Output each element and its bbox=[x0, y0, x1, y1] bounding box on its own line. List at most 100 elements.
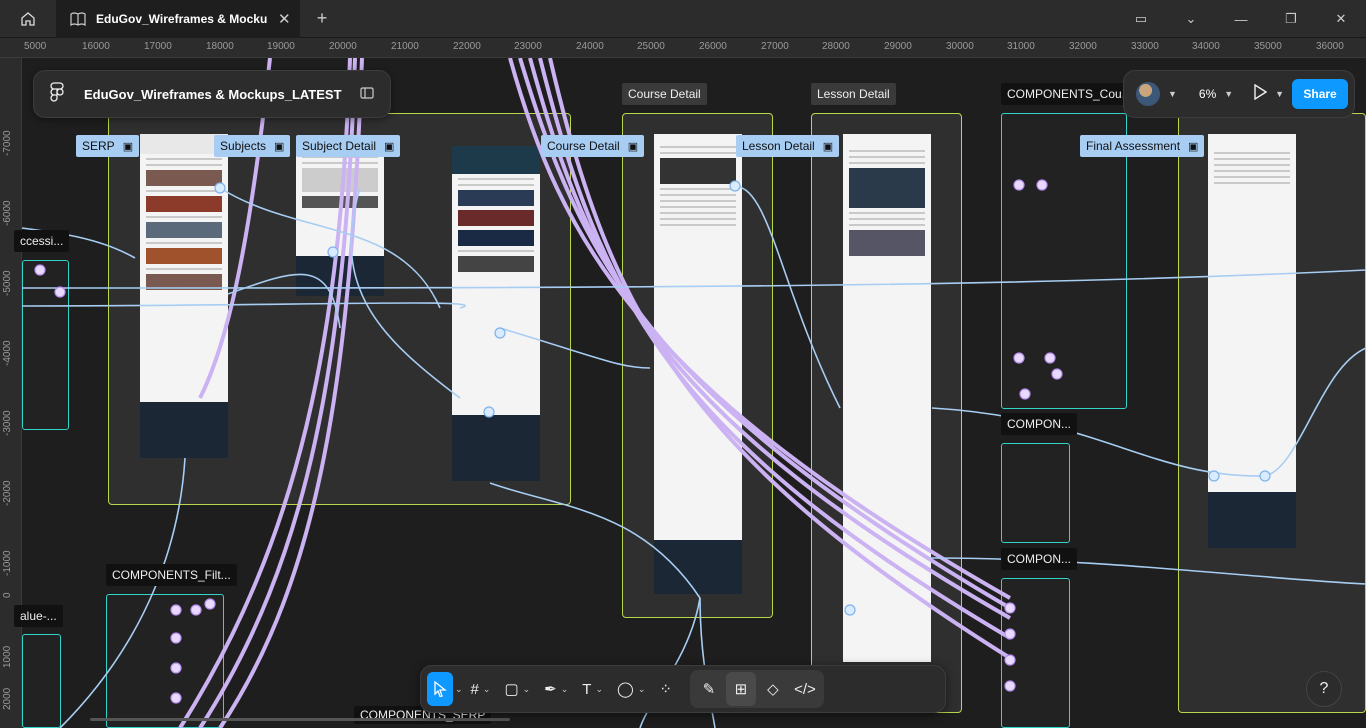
ruler-mark: 25000 bbox=[637, 41, 665, 52]
serp-label[interactable]: SERP ▣ bbox=[76, 135, 140, 157]
ruler-mark: -4000 bbox=[2, 340, 13, 366]
canvas[interactable]: 5000 16000 17000 18000 19000 20000 21000… bbox=[0, 38, 1366, 728]
rectangle-tool[interactable]: ▢ ⌄ bbox=[498, 672, 536, 706]
ruler-mark: -2000 bbox=[2, 480, 13, 506]
home-icon bbox=[21, 11, 35, 26]
ruler-mark: 0 bbox=[2, 592, 13, 598]
course-detail-label-text: Course Detail bbox=[547, 139, 620, 153]
ruler-mark: 18000 bbox=[206, 41, 234, 52]
design-mode[interactable]: ⊞ bbox=[725, 672, 756, 706]
ruler-mark: 36000 bbox=[1316, 41, 1344, 52]
present-icon[interactable]: ▣ bbox=[823, 140, 833, 153]
figma-app: EduGov_Wireframes & Mockups_L ✕ + ▭ ⌄ — … bbox=[0, 0, 1366, 728]
text-tool[interactable]: T ⌄ bbox=[576, 672, 609, 706]
lesson-detail-label[interactable]: Lesson Detail ▣ bbox=[736, 135, 840, 157]
share-button[interactable]: Share bbox=[1292, 79, 1348, 109]
draw-mode[interactable]: ✎ bbox=[694, 672, 724, 706]
ruler-mark: 17000 bbox=[144, 41, 172, 52]
components-filt-title[interactable]: COMPONENTS_Filt... bbox=[106, 564, 237, 586]
toggle-panel-icon[interactable] bbox=[360, 86, 374, 102]
ruler-mark: -5000 bbox=[2, 270, 13, 296]
present-play-icon[interactable] bbox=[1253, 83, 1268, 104]
components-a-title[interactable]: COMPON... bbox=[1001, 413, 1078, 435]
ruler-mark: 23000 bbox=[514, 41, 542, 52]
rectangle-icon: ▢ bbox=[504, 681, 519, 698]
dev-mode[interactable]: </> bbox=[790, 672, 820, 706]
file-title-bar: EduGov_Wireframes & Mockups_LATEST bbox=[33, 70, 391, 118]
components-b-title[interactable]: COMPON... bbox=[1001, 548, 1078, 570]
ruler-mark: 34000 bbox=[1192, 41, 1220, 52]
comment-tool[interactable]: ◯ ⌄ bbox=[611, 672, 651, 706]
close-icon[interactable]: ✕ bbox=[1316, 11, 1366, 27]
ruler-mark: 1000 bbox=[2, 645, 13, 668]
page-icon[interactable]: ▭ bbox=[1116, 11, 1166, 27]
home-button[interactable] bbox=[0, 0, 56, 38]
components-accessi-title[interactable]: ccessi... bbox=[14, 230, 70, 252]
move-icon bbox=[434, 681, 447, 697]
ruler-mark: -6000 bbox=[2, 200, 13, 226]
present-icon[interactable]: ▣ bbox=[384, 140, 394, 153]
file-tab[interactable]: EduGov_Wireframes & Mockups_L ✕ bbox=[56, 0, 300, 38]
chevron-down-icon[interactable]: ▼ bbox=[1168, 89, 1177, 99]
lesson-detail-label-text: Lesson Detail bbox=[742, 139, 815, 153]
top-ruler: 5000 16000 17000 18000 19000 20000 21000… bbox=[0, 38, 1366, 58]
horizontal-scrollbar[interactable] bbox=[90, 718, 510, 721]
pen-icon: ✒ bbox=[544, 681, 557, 698]
present-icon[interactable]: ▣ bbox=[628, 140, 638, 153]
minimize-icon[interactable]: — bbox=[1216, 12, 1266, 27]
serp-label-text: SERP bbox=[82, 139, 115, 153]
ruler-mark: 22000 bbox=[453, 41, 481, 52]
ruler-mark: 2000 bbox=[2, 687, 13, 710]
ruler-mark: 32000 bbox=[1069, 41, 1097, 52]
prototype-mode[interactable]: ◇ bbox=[758, 672, 788, 706]
file-name[interactable]: EduGov_Wireframes & Mockups_LATEST bbox=[84, 87, 360, 102]
chevron-down-icon[interactable]: ▼ bbox=[1275, 89, 1284, 99]
prototype-icon: ◇ bbox=[767, 681, 779, 698]
move-tool[interactable] bbox=[427, 672, 453, 706]
new-tab-button[interactable]: + bbox=[306, 8, 338, 29]
actions-tool[interactable]: ⁘ bbox=[653, 672, 678, 706]
help-button[interactable]: ? bbox=[1306, 671, 1342, 707]
restore-icon[interactable]: ❐ bbox=[1266, 11, 1316, 27]
mode-switcher: ✎ ⊞ ◇ </> bbox=[689, 670, 824, 708]
chevron-down-icon[interactable]: ⌄ bbox=[595, 684, 603, 695]
ruler-mark: 21000 bbox=[391, 41, 419, 52]
pen-tool[interactable]: ✒ ⌄ bbox=[538, 672, 574, 706]
subjects-label[interactable]: Subjects ▣ bbox=[214, 135, 291, 157]
chevron-down-icon[interactable]: ⌄ bbox=[455, 684, 463, 695]
present-icon[interactable]: ▣ bbox=[1188, 140, 1198, 153]
chevron-down-icon[interactable]: ⌄ bbox=[561, 684, 569, 695]
ruler-mark: 29000 bbox=[884, 41, 912, 52]
ruler-mark: -3000 bbox=[2, 410, 13, 436]
present-icon[interactable]: ▣ bbox=[274, 140, 284, 153]
section-course-detail-title[interactable]: Course Detail bbox=[622, 83, 707, 105]
close-tab-button[interactable]: ✕ bbox=[278, 10, 291, 28]
subject-detail-label[interactable]: Subject Detail ▣ bbox=[296, 135, 401, 157]
chevron-down-icon[interactable]: ⌄ bbox=[483, 684, 491, 695]
components-course-title[interactable]: COMPONENTS_Cou... bbox=[1001, 83, 1138, 105]
frame-icon: # bbox=[470, 680, 479, 698]
chevron-down-icon[interactable]: ▼ bbox=[1224, 89, 1233, 99]
components-value-title[interactable]: alue-... bbox=[14, 605, 63, 627]
avatar[interactable] bbox=[1136, 82, 1160, 106]
final-assessment-label[interactable]: Final Assessment ▣ bbox=[1080, 135, 1205, 157]
course-detail-label[interactable]: Course Detail ▣ bbox=[541, 135, 645, 157]
ruler-mark: -1000 bbox=[2, 550, 13, 576]
zoom-level[interactable]: 6% bbox=[1199, 87, 1216, 101]
ruler-mark: 16000 bbox=[82, 41, 110, 52]
chevron-down-icon[interactable]: ⌄ bbox=[638, 684, 646, 695]
dev-mode-icon: </> bbox=[794, 680, 816, 698]
left-ruler: -7000 -6000 -5000 -4000 -3000 -2000 -100… bbox=[0, 58, 22, 728]
book-icon bbox=[70, 11, 86, 26]
figma-logo-icon[interactable] bbox=[50, 81, 84, 107]
section-lesson-detail-title[interactable]: Lesson Detail bbox=[811, 83, 896, 105]
final-assessment-label-text: Final Assessment bbox=[1086, 139, 1181, 153]
ruler-mark: 24000 bbox=[576, 41, 604, 52]
chevron-down-icon[interactable]: ⌄ bbox=[1166, 11, 1216, 27]
frame-tool[interactable]: # ⌄ bbox=[465, 672, 497, 706]
subjects-label-text: Subjects bbox=[220, 139, 267, 153]
ruler-mark: 5000 bbox=[24, 41, 47, 52]
ruler-mark: 33000 bbox=[1131, 41, 1159, 52]
chevron-down-icon[interactable]: ⌄ bbox=[523, 684, 531, 695]
present-icon[interactable]: ▣ bbox=[123, 140, 133, 153]
